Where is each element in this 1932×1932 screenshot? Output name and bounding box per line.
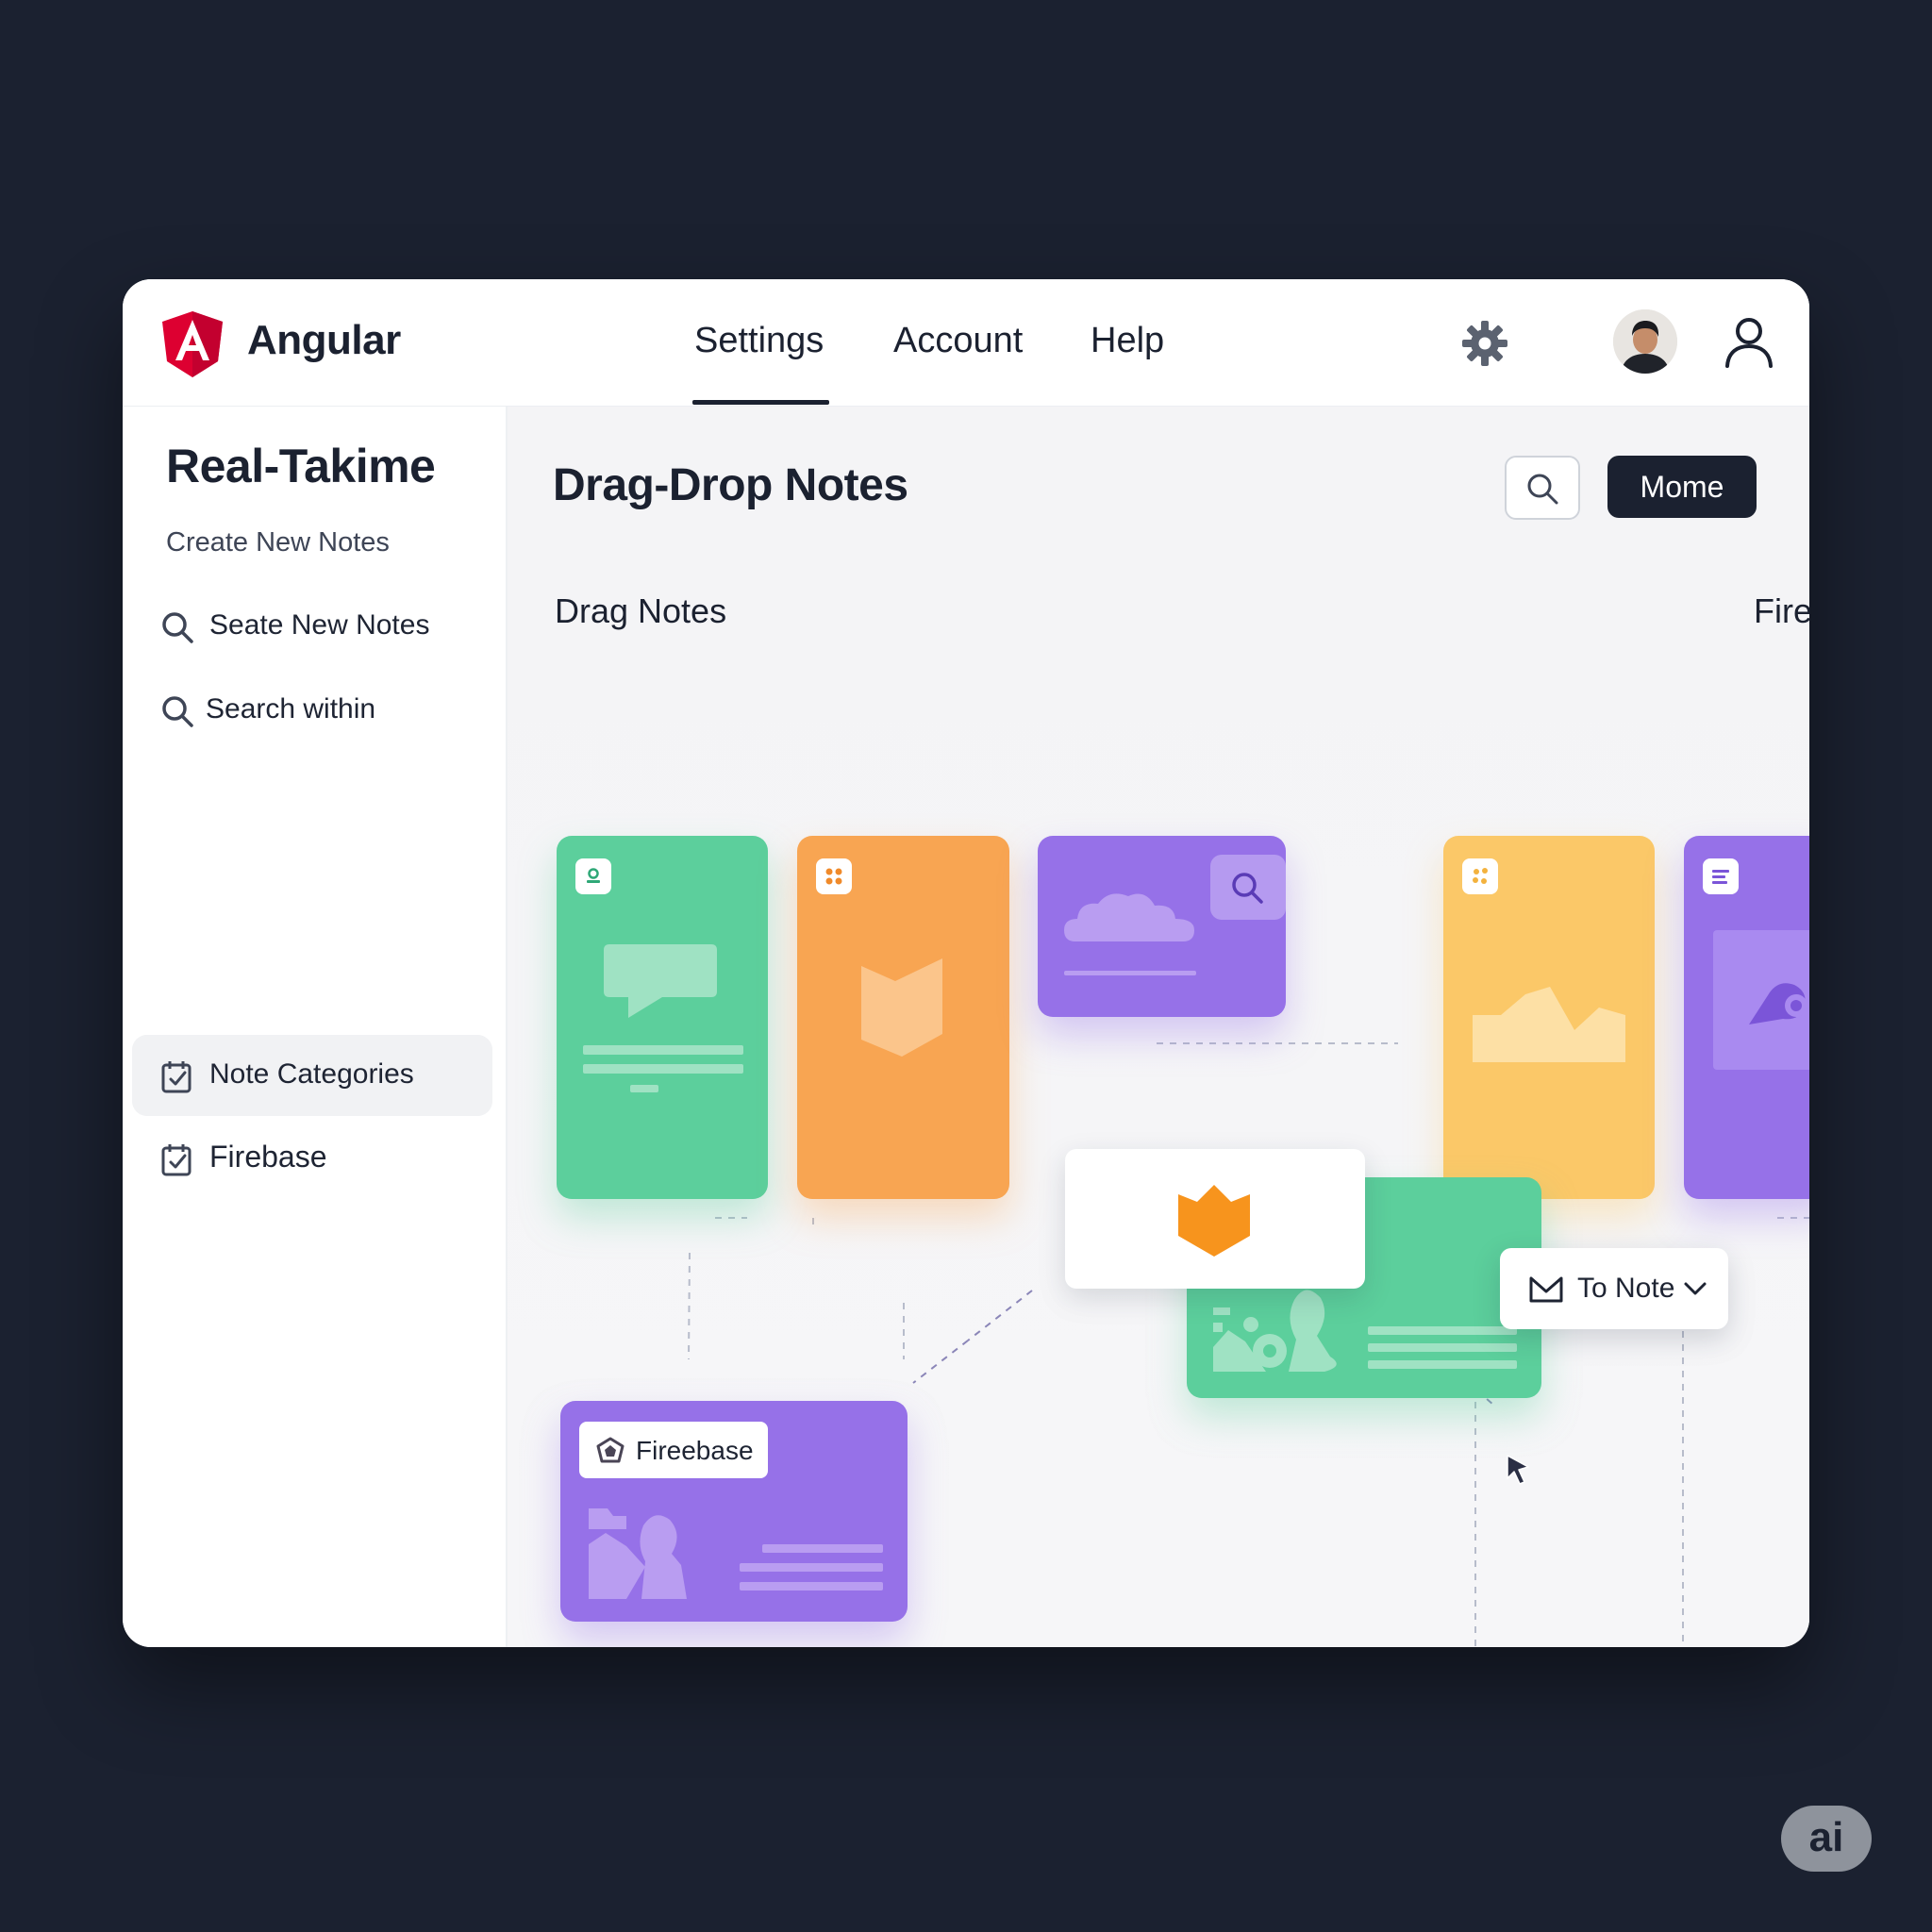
- text-line: [583, 1064, 743, 1074]
- note-card-purple-top[interactable]: [1038, 836, 1286, 1017]
- mountain-shape-icon: [1473, 987, 1625, 1062]
- search-icon: [162, 612, 193, 643]
- grid-icon: [1462, 858, 1498, 894]
- sidebar-item-label: Search within: [206, 693, 376, 724]
- firebase-icon: [596, 1437, 625, 1463]
- avatar[interactable]: [1613, 309, 1677, 374]
- text-line: [630, 1085, 658, 1092]
- sidebar-item-firebase[interactable]: Firebase: [132, 1118, 492, 1199]
- dropdown-label: To Note: [1577, 1273, 1675, 1304]
- sidebar-item-note-categories[interactable]: Note Categories: [132, 1035, 492, 1116]
- to-note-dropdown[interactable]: To Note: [1500, 1248, 1728, 1329]
- sidebar-item-seate-new-notes[interactable]: Seate New Notes: [132, 586, 492, 667]
- angular-logo-icon: [162, 311, 223, 377]
- document-icon: [1703, 858, 1739, 894]
- sidebar-subtitle[interactable]: Create New Notes: [166, 527, 390, 558]
- sidebar-item-label: Note Categories: [209, 1058, 414, 1090]
- contact-icon: [575, 858, 611, 894]
- search-icon: [162, 696, 193, 727]
- inbox-icon: [1529, 1276, 1563, 1303]
- note-card-purple-bottom[interactable]: Fireebase: [560, 1401, 908, 1622]
- note-card-green[interactable]: [557, 836, 768, 1199]
- note-card-yellow[interactable]: [1443, 836, 1655, 1199]
- chevron-down-icon: [1684, 1282, 1707, 1295]
- search-icon: [1232, 873, 1263, 904]
- sidebar: Real-Takime Create New Notes Seate New N…: [123, 407, 508, 1647]
- note-card-purple-right[interactable]: [1684, 836, 1809, 1199]
- note-card-orange[interactable]: [797, 836, 1009, 1199]
- text-line: [1368, 1360, 1517, 1369]
- crown-shield-icon: [1178, 1185, 1250, 1257]
- ai-watermark-badge: ai: [1781, 1806, 1872, 1872]
- dragged-note-preview[interactable]: [1065, 1149, 1365, 1289]
- text-line: [1064, 971, 1196, 975]
- cloud-icon: [1064, 893, 1194, 941]
- text-line: [1368, 1343, 1517, 1352]
- tab-help[interactable]: Help: [1091, 321, 1164, 361]
- app-logo-text: Angular: [247, 317, 401, 363]
- sidebar-title: Real-Takime: [166, 440, 436, 492]
- text-line: [740, 1563, 883, 1572]
- card-search-button[interactable]: [1210, 855, 1286, 920]
- sidebar-item-label: Seate New Notes: [209, 609, 430, 641]
- app-window: Angular Settings Account Help Real-Takim…: [123, 279, 1809, 1647]
- shield-shape-icon: [861, 958, 942, 1057]
- chat-bubble-icon: [604, 944, 717, 1018]
- grid-icon: [816, 858, 852, 894]
- text-line: [1368, 1326, 1517, 1335]
- tab-account[interactable]: Account: [893, 321, 1023, 361]
- main-content: Drag-Drop Notes Mome Drag Notes Firebase: [508, 407, 1809, 1647]
- text-line: [762, 1544, 883, 1553]
- calendar-check-icon: [161, 1061, 192, 1093]
- tag-label: Fireebase: [636, 1436, 754, 1465]
- user-icon[interactable]: [1721, 313, 1777, 370]
- sidebar-item-label: Firebase: [209, 1140, 327, 1174]
- gear-icon[interactable]: [1460, 319, 1509, 368]
- calendar-check-icon: [161, 1144, 192, 1176]
- text-line: [583, 1045, 743, 1055]
- image-scene-icon: [589, 1508, 687, 1599]
- image-placeholder-icon: [1713, 930, 1809, 1070]
- top-navbar: Angular Settings Account Help: [123, 279, 1809, 407]
- firebase-tag[interactable]: Fireebase: [579, 1422, 768, 1478]
- sidebar-item-search-within[interactable]: Search within: [132, 670, 492, 751]
- mouse-cursor-icon: [1507, 1455, 1529, 1485]
- tab-settings[interactable]: Settings: [691, 321, 830, 405]
- image-scene-icon: [1213, 1290, 1337, 1372]
- text-line: [740, 1582, 883, 1591]
